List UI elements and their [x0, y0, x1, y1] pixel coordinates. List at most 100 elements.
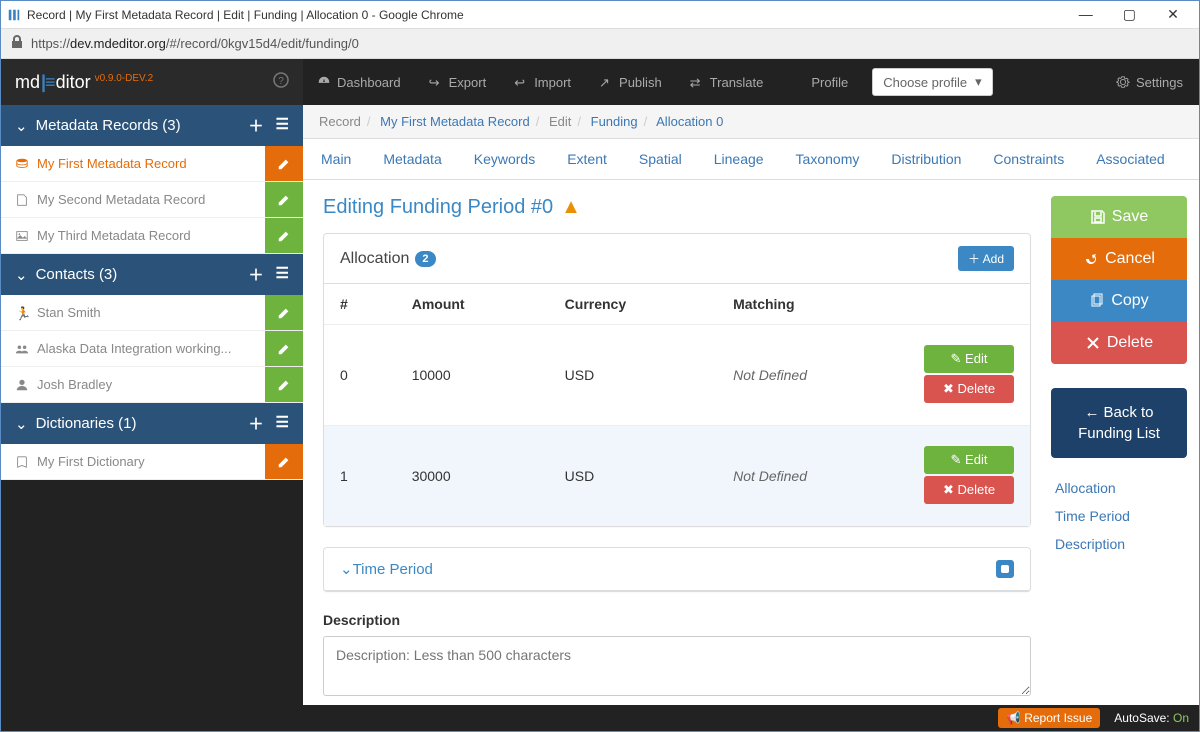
sidebar-contact-0[interactable]: 🏃Stan Smith: [1, 295, 303, 331]
description-input[interactable]: [323, 636, 1031, 696]
tab-constraints[interactable]: Constraints: [991, 139, 1066, 179]
row-edit-button[interactable]: ✎ Edit: [924, 345, 1014, 373]
row-edit-button[interactable]: ✎ Edit: [924, 446, 1014, 474]
edit-contact-2[interactable]: [265, 367, 303, 402]
edit-record-0[interactable]: [265, 146, 303, 181]
sidebar-records-header[interactable]: ⌄ Metadata Records (3) ＋☰: [1, 105, 303, 146]
add-record-icon[interactable]: ＋: [249, 115, 264, 136]
crumb-edit: Edit: [549, 114, 571, 129]
svg-text:?: ?: [278, 76, 284, 87]
bullhorn-icon: 📢: [1006, 711, 1021, 725]
edit-record-1[interactable]: [265, 182, 303, 217]
list-records-icon[interactable]: ☰: [276, 115, 289, 136]
profile-select[interactable]: Choose profile ▾: [872, 68, 992, 96]
edit-contact-1[interactable]: [265, 331, 303, 366]
export-icon: ↪: [429, 75, 443, 89]
top-nav: md|≡ditor v0.9.0-DEV.2 ? Dashboard ↪Expo…: [1, 59, 1199, 105]
list-dict-icon[interactable]: ☰: [276, 413, 289, 434]
crumb-allocation[interactable]: Allocation 0: [656, 114, 723, 129]
address-bar[interactable]: https://dev.mdeditor.org/#/record/0kgv15…: [1, 29, 1199, 59]
minimize-button[interactable]: —: [1066, 6, 1106, 22]
nav-publish[interactable]: ↗Publish: [585, 59, 676, 105]
time-period-toggle[interactable]: ⌄ Time Period: [324, 548, 1030, 591]
nav-translate[interactable]: ⇄Translate: [676, 59, 778, 105]
tab-taxonomy[interactable]: Taxonomy: [794, 139, 862, 179]
action-stack: Save Cancel Copy Delete: [1051, 196, 1187, 364]
sidebar-record-0[interactable]: My First Metadata Record: [1, 146, 303, 182]
add-contact-icon[interactable]: ＋: [249, 264, 264, 285]
tab-associated[interactable]: Associated: [1094, 139, 1166, 179]
import-icon: ↩: [514, 75, 528, 89]
nav-dashboard[interactable]: Dashboard: [303, 59, 415, 105]
cancel-button[interactable]: Cancel: [1051, 238, 1187, 280]
url-text: https://dev.mdeditor.org/#/record/0kgv15…: [31, 36, 359, 51]
sidebar-contact-1[interactable]: Alaska Data Integration working...: [1, 331, 303, 367]
person-run-icon: 🏃: [15, 306, 29, 320]
favicon-icon: [7, 8, 21, 22]
titlebar: Record | My First Metadata Record | Edit…: [1, 1, 1199, 29]
sidebar-record-1[interactable]: My Second Metadata Record: [1, 182, 303, 218]
add-dict-icon[interactable]: ＋: [249, 413, 264, 434]
chevron-down-icon: ⌄: [15, 117, 28, 135]
help-icon[interactable]: ?: [273, 72, 289, 93]
required-marker-icon: [996, 560, 1014, 578]
close-button[interactable]: ✕: [1153, 6, 1193, 23]
chevron-down-icon: ⌄: [15, 415, 28, 433]
tab-distribution[interactable]: Distribution: [889, 139, 963, 179]
maximize-button[interactable]: ▢: [1109, 6, 1149, 23]
delete-button[interactable]: Delete: [1051, 322, 1187, 364]
add-allocation-button[interactable]: ＋ Add: [958, 246, 1014, 271]
browser-window: Record | My First Metadata Record | Edit…: [0, 0, 1200, 732]
stack-icon: [15, 157, 29, 171]
anchor-allocation[interactable]: Allocation: [1051, 474, 1187, 502]
tab-spatial[interactable]: Spatial: [637, 139, 684, 179]
autosave-status: AutoSave: On: [1114, 711, 1189, 725]
report-issue-button[interactable]: 📢Report Issue: [998, 708, 1100, 728]
save-button[interactable]: Save: [1051, 196, 1187, 238]
list-contacts-icon[interactable]: ☰: [276, 264, 289, 285]
person-icon: [15, 378, 29, 392]
allocation-panel-head: Allocation 2 ＋ Add: [324, 234, 1030, 284]
edit-dict-0[interactable]: [265, 444, 303, 479]
sidebar-record-2[interactable]: My Third Metadata Record: [1, 218, 303, 254]
allocation-count-badge: 2: [415, 251, 435, 267]
col-amount: Amount: [396, 284, 549, 325]
file-icon: [15, 193, 29, 207]
tab-keywords[interactable]: Keywords: [472, 139, 537, 179]
back-to-list-button[interactable]: ←Back to Funding List: [1051, 388, 1187, 458]
nav-settings[interactable]: Settings: [1100, 75, 1199, 90]
row-delete-button[interactable]: ✖ Delete: [924, 476, 1014, 504]
tab-main[interactable]: Main: [319, 139, 353, 179]
crumb-funding[interactable]: Funding: [591, 114, 638, 129]
nav-import[interactable]: ↩Import: [500, 59, 585, 105]
page-title: Editing Funding Period #0 ▲: [323, 196, 1031, 219]
anchor-description[interactable]: Description: [1051, 530, 1187, 558]
table-row: 1 30000 USD Not Defined ✎ Edit ✖ Delete: [324, 426, 1030, 527]
col-matching: Matching: [717, 284, 908, 325]
lock-icon: [9, 34, 25, 53]
tab-extent[interactable]: Extent: [565, 139, 609, 179]
sidebar-dict-header[interactable]: ⌄ Dictionaries (1) ＋☰: [1, 403, 303, 444]
publish-icon: ↗: [599, 75, 613, 89]
top-nav-items: Dashboard ↪Export ↩Import ↗Publish ⇄Tran…: [303, 59, 1100, 105]
anchor-time-period[interactable]: Time Period: [1051, 502, 1187, 530]
description-label: Description: [323, 612, 1031, 628]
crumb-record-name[interactable]: My First Metadata Record: [380, 114, 530, 129]
brand[interactable]: md|≡ditor v0.9.0-DEV.2 ?: [1, 59, 303, 105]
col-currency: Currency: [549, 284, 717, 325]
tab-metadata[interactable]: Metadata: [381, 139, 443, 179]
copy-button[interactable]: Copy: [1051, 280, 1187, 322]
anchor-links: Allocation Time Period Description: [1051, 474, 1187, 558]
tab-lineage[interactable]: Lineage: [712, 139, 766, 179]
nav-export[interactable]: ↪Export: [415, 59, 501, 105]
row-delete-button[interactable]: ✖ Delete: [924, 375, 1014, 403]
sidebar-dict-0[interactable]: My First Dictionary: [1, 444, 303, 480]
edit-record-2[interactable]: [265, 218, 303, 253]
arrow-left-icon: ←: [1084, 404, 1099, 421]
group-icon: [15, 342, 29, 356]
sidebar-contact-2[interactable]: Josh Bradley: [1, 367, 303, 403]
allocation-panel: Allocation 2 ＋ Add # Amount Currency Mat…: [323, 233, 1031, 527]
sidebar-contacts-header[interactable]: ⌄ Contacts (3) ＋☰: [1, 254, 303, 295]
edit-contact-0[interactable]: [265, 295, 303, 330]
table-row: 0 10000 USD Not Defined ✎ Edit ✖ Delete: [324, 325, 1030, 426]
